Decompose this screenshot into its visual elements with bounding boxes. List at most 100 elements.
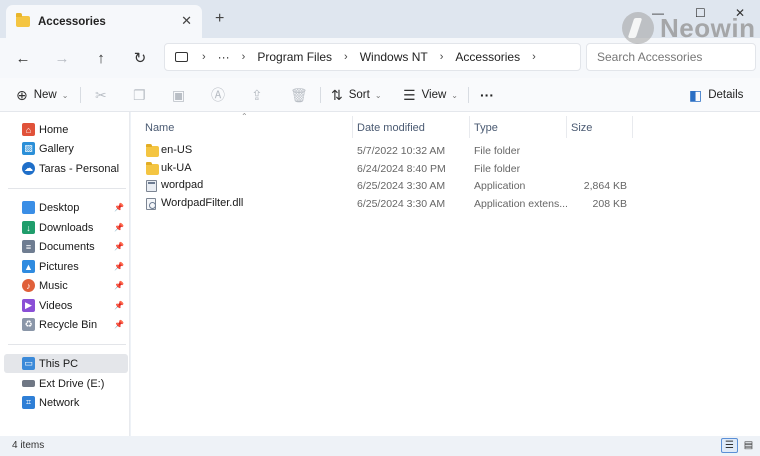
sort-button[interactable]: ⇅ Sort ⌄ — [331, 85, 382, 105]
sidebar-item-label: Ext Drive (E:) — [39, 377, 105, 390]
folder-icon — [146, 162, 159, 175]
item-count: 4 items — [12, 440, 45, 451]
refresh-button[interactable]: ↻ — [129, 47, 151, 69]
details-label: Details — [708, 89, 744, 101]
chevron-down-icon: ⌄ — [61, 90, 69, 100]
sidebar-item-desktop[interactable]: Desktop 📌 — [4, 198, 128, 217]
rename-button[interactable]: Ⓐ — [211, 85, 231, 105]
pin-icon[interactable]: 📌 — [114, 203, 124, 212]
search-input[interactable] — [597, 50, 747, 64]
details-pane-button[interactable]: ◧ Details — [689, 85, 743, 105]
pin-icon[interactable]: 📌 — [114, 281, 124, 290]
sidebar-item-recycle-bin[interactable]: ♻ Recycle Bin 📌 — [4, 315, 128, 334]
pin-icon[interactable]: 📌 — [114, 262, 124, 271]
file-row-wordpadfilter-dll[interactable]: WordpadFilter.dll 6/25/2024 3:30 AM Appl… — [131, 196, 760, 213]
column-header-name[interactable]: Name — [145, 118, 174, 138]
address-bar[interactable]: › ··· › Program Files › Windows NT › Acc… — [164, 43, 581, 71]
file-name: wordpad — [161, 179, 204, 191]
back-button[interactable]: ← — [12, 47, 34, 69]
copy-button[interactable]: ❐ — [133, 85, 152, 105]
onedrive-icon: ☁ — [22, 162, 35, 175]
network-icon: ⌗ — [22, 396, 35, 409]
sidebar-item-documents[interactable]: ≡ Documents 📌 — [4, 237, 128, 256]
file-date: 5/7/2022 10:32 AM — [357, 145, 446, 157]
column-divider[interactable] — [469, 116, 470, 138]
file-list: ⌃ Name Date modified Type Size en-US 5/7… — [131, 112, 760, 436]
breadcrumb-windows-nt[interactable]: Windows NT — [360, 50, 428, 64]
pin-icon[interactable]: 📌 — [114, 242, 124, 251]
tiles-view-button[interactable]: ▤ — [740, 438, 757, 453]
file-row-en-us[interactable]: en-US 5/7/2022 10:32 AM File folder — [131, 143, 760, 160]
file-size: 2,864 KB — [583, 180, 627, 192]
sidebar-item-home[interactable]: ⌂ Home — [4, 120, 128, 139]
breadcrumb-separator[interactable]: › — [440, 51, 444, 63]
column-header-date[interactable]: Date modified — [357, 118, 425, 138]
column-header-type[interactable]: Type — [474, 118, 498, 138]
up-button[interactable]: ↑ — [90, 47, 112, 69]
share-button[interactable]: ⇪ — [251, 85, 269, 105]
sidebar-item-ext-drive[interactable]: Ext Drive (E:) — [4, 374, 128, 393]
sidebar-item-label: Videos — [39, 299, 73, 312]
column-header-size[interactable]: Size — [571, 118, 592, 138]
sidebar-item-label: Network — [39, 396, 80, 409]
divider — [80, 87, 81, 103]
downloads-icon: ↓ — [22, 221, 35, 234]
pin-icon[interactable]: 📌 — [114, 301, 124, 310]
forward-button[interactable]: → — [51, 47, 73, 69]
file-name: en-US — [161, 144, 193, 156]
file-row-uk-ua[interactable]: uk-UA 6/24/2024 8:40 PM File folder — [131, 161, 760, 178]
breadcrumb-separator[interactable]: › — [242, 51, 246, 63]
drive-icon — [22, 380, 35, 387]
application-icon — [146, 180, 157, 192]
navigation-pane: ⌂ Home ▨ Gallery ☁ Taras - Personal Desk… — [0, 112, 130, 436]
sidebar-item-label: Music — [39, 279, 68, 292]
paste-button[interactable]: ▣ — [172, 85, 191, 105]
column-divider[interactable] — [632, 116, 633, 138]
sidebar-item-this-pc[interactable]: ▭ This PC — [4, 354, 128, 373]
breadcrumb-separator[interactable]: › — [532, 51, 536, 63]
file-row-wordpad[interactable]: wordpad 6/25/2024 3:30 AM Application 2,… — [131, 178, 760, 195]
sidebar-item-videos[interactable]: ▶ Videos 📌 — [4, 296, 128, 315]
breadcrumb-accessories[interactable]: Accessories — [455, 50, 520, 64]
folder-icon — [146, 144, 159, 157]
paste-icon: ▣ — [172, 86, 186, 103]
sort-ascending-icon: ⌃ — [241, 112, 248, 121]
sidebar-item-gallery[interactable]: ▨ Gallery — [4, 139, 128, 158]
breadcrumb-separator[interactable]: › — [344, 51, 348, 63]
cut-button[interactable]: ✂ — [95, 85, 113, 105]
share-icon: ⇪ — [251, 86, 263, 103]
sidebar-item-pictures[interactable]: ▲ Pictures 📌 — [4, 257, 128, 276]
view-button[interactable]: ☰ View ⌄ — [403, 85, 458, 105]
search-box[interactable] — [586, 43, 756, 71]
sidebar-item-network[interactable]: ⌗ Network — [4, 393, 128, 412]
tab-accessories[interactable]: Accessories ✕ — [6, 5, 202, 38]
pin-icon[interactable]: 📌 — [114, 320, 124, 329]
sidebar-item-onedrive[interactable]: ☁ Taras - Personal — [4, 159, 128, 178]
delete-button[interactable]: 🗑 — [290, 85, 314, 105]
details-view-button[interactable]: ☰ — [721, 438, 738, 453]
more-options-button[interactable]: ··· — [480, 85, 494, 105]
breadcrumb-separator[interactable]: › — [202, 51, 206, 63]
breadcrumb-program-files[interactable]: Program Files — [257, 50, 332, 64]
new-button[interactable]: ⊕ New ⌄ — [16, 85, 68, 105]
new-tab-button[interactable]: + — [215, 10, 224, 28]
status-bar: 4 items ☰ ▤ — [0, 436, 760, 456]
tiles-view-icon: ▤ — [743, 440, 754, 451]
sidebar-item-label: Taras - Personal — [39, 162, 120, 175]
view-icon: ☰ — [403, 86, 416, 103]
breadcrumb-overflow[interactable]: ··· — [218, 50, 230, 64]
dll-file-icon — [146, 198, 156, 210]
sidebar-item-label: Home — [39, 123, 69, 136]
videos-icon: ▶ — [22, 299, 35, 312]
sidebar-item-music[interactable]: ♪ Music 📌 — [4, 276, 128, 295]
file-type: File folder — [474, 163, 521, 175]
pin-icon[interactable]: 📌 — [114, 223, 124, 232]
rename-icon: Ⓐ — [211, 87, 225, 103]
column-divider[interactable] — [352, 116, 353, 138]
neowin-logo-icon — [622, 12, 654, 44]
column-divider[interactable] — [566, 116, 567, 138]
sidebar-item-downloads[interactable]: ↓ Downloads 📌 — [4, 218, 128, 237]
tab-close-button[interactable]: ✕ — [181, 13, 192, 29]
file-date: 6/25/2024 3:30 AM — [357, 180, 446, 192]
file-date: 6/25/2024 3:30 AM — [357, 198, 446, 210]
